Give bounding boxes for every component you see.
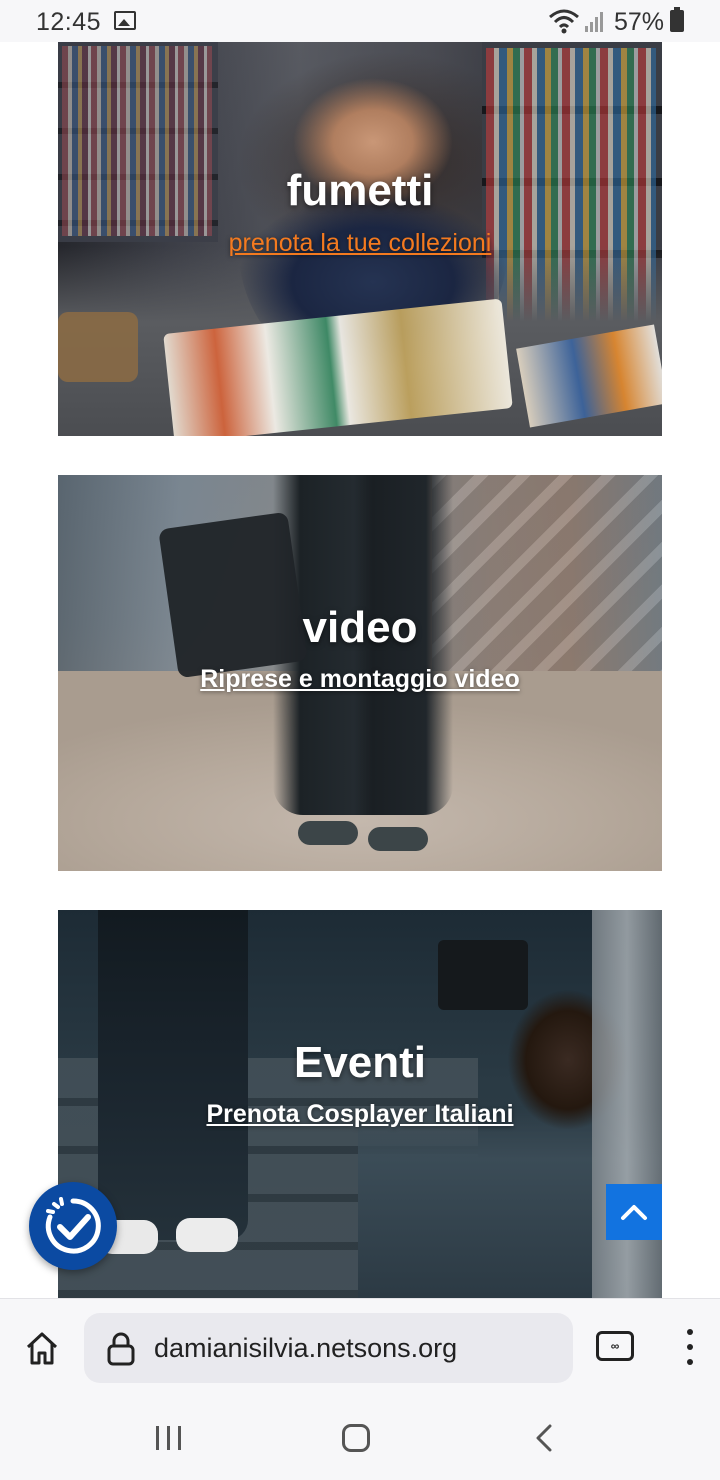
battery-icon [670,7,684,32]
signal-icon [585,12,603,32]
battery-percent: 57% [614,8,665,36]
card-title: fumetti [286,166,434,215]
card-fumetti[interactable]: fumetti prenota la tue collezioni [58,42,662,436]
shoe-image [298,821,358,845]
home-icon [26,1332,58,1365]
gallery-icon [114,11,136,30]
home-button[interactable] [22,1329,62,1369]
card-link[interactable]: Riprese e montaggio video [58,665,662,694]
recents-button[interactable] [156,1426,184,1450]
recents-icon [156,1426,159,1450]
card-title: video [302,603,418,652]
card-link[interactable]: prenota la tue collezioni [58,229,662,258]
chevron-up-icon [621,1205,647,1220]
tabs-count: ∞ [610,1339,620,1353]
scroll-to-top-button[interactable] [606,1184,662,1240]
video-camera-image [158,511,308,679]
more-menu-button[interactable] [676,1327,704,1367]
card-link[interactable]: Prenota Cosplayer Italiani [58,1100,662,1129]
card-eventi[interactable]: Eventi Prenota Cosplayer Italiani [58,910,662,1298]
card-title: Eventi [293,1038,427,1087]
accessibility-button[interactable] [29,1182,117,1270]
more-vert-icon [687,1329,693,1335]
status-time: 12:45 [36,8,102,36]
status-bar: 12:45 57% [0,0,720,42]
wifi-icon [549,9,579,34]
sneaker-image [176,1218,238,1252]
address-bar[interactable]: damianisilvia.netsons.org [84,1313,573,1383]
accessibility-check-icon [45,1197,101,1254]
bag-image [58,312,138,382]
browser-toolbar: damianisilvia.netsons.org ∞ [0,1298,720,1400]
system-nav-bar [0,1400,720,1480]
tabs-button[interactable]: ∞ [596,1331,634,1361]
lock-icon [107,1332,135,1366]
url-text: damianisilvia.netsons.org [154,1333,458,1363]
card-video[interactable]: video Riprese e montaggio video [58,475,662,871]
shoe-image [368,827,428,851]
home-circle-icon[interactable] [342,1424,370,1452]
back-icon[interactable] [534,1424,554,1452]
camera-image [438,940,528,1010]
